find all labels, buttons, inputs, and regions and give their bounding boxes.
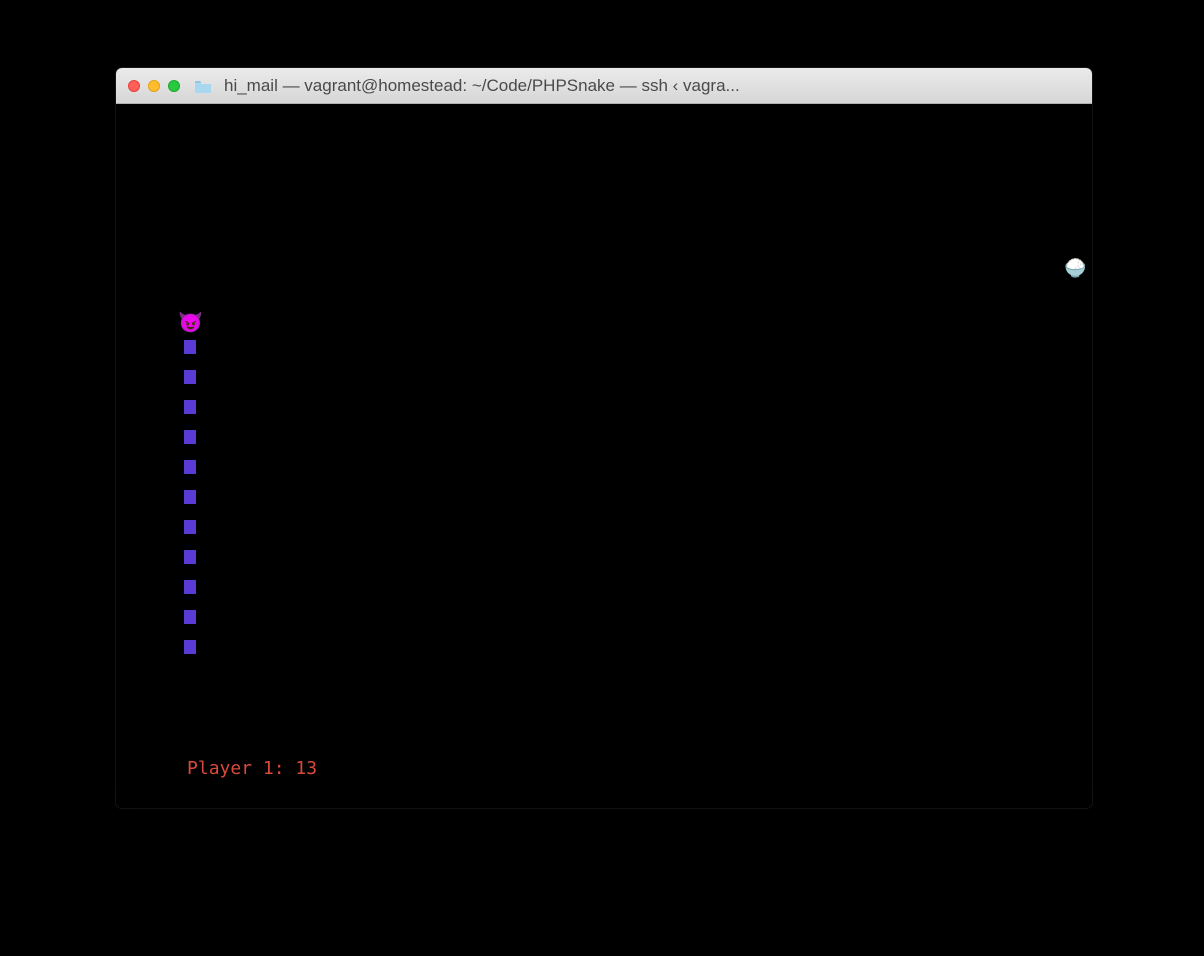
minimize-button[interactable] (148, 80, 160, 92)
window-title: hi_mail — vagrant@homestead: ~/Code/PHPS… (224, 76, 1080, 96)
close-button[interactable] (128, 80, 140, 92)
window-titlebar: hi_mail — vagrant@homestead: ~/Code/PHPS… (116, 68, 1092, 104)
snake-segment (184, 400, 196, 414)
snake-segment (184, 460, 196, 474)
terminal-window: hi_mail — vagrant@homestead: ~/Code/PHPS… (116, 68, 1092, 808)
score-display: Player 1: 13 (122, 737, 317, 800)
snake-segment (184, 490, 196, 504)
snake-segment (184, 340, 196, 354)
folder-icon (194, 79, 212, 93)
score-value: 13 (295, 758, 317, 779)
snake-segment (184, 370, 196, 384)
snake-segment (184, 520, 196, 534)
snake-segment (184, 640, 196, 654)
snake-head: 😈 (178, 312, 198, 332)
snake-segment (184, 610, 196, 624)
terminal-body[interactable]: 🍚 😈 Player 1: 13 (116, 104, 1092, 808)
score-label: Player 1: (187, 758, 295, 779)
traffic-lights (128, 80, 180, 92)
maximize-button[interactable] (168, 80, 180, 92)
snake-segment (184, 550, 196, 564)
food-item: 🍚 (1064, 260, 1086, 278)
snake-segment (184, 430, 196, 444)
snake-segment (184, 580, 196, 594)
